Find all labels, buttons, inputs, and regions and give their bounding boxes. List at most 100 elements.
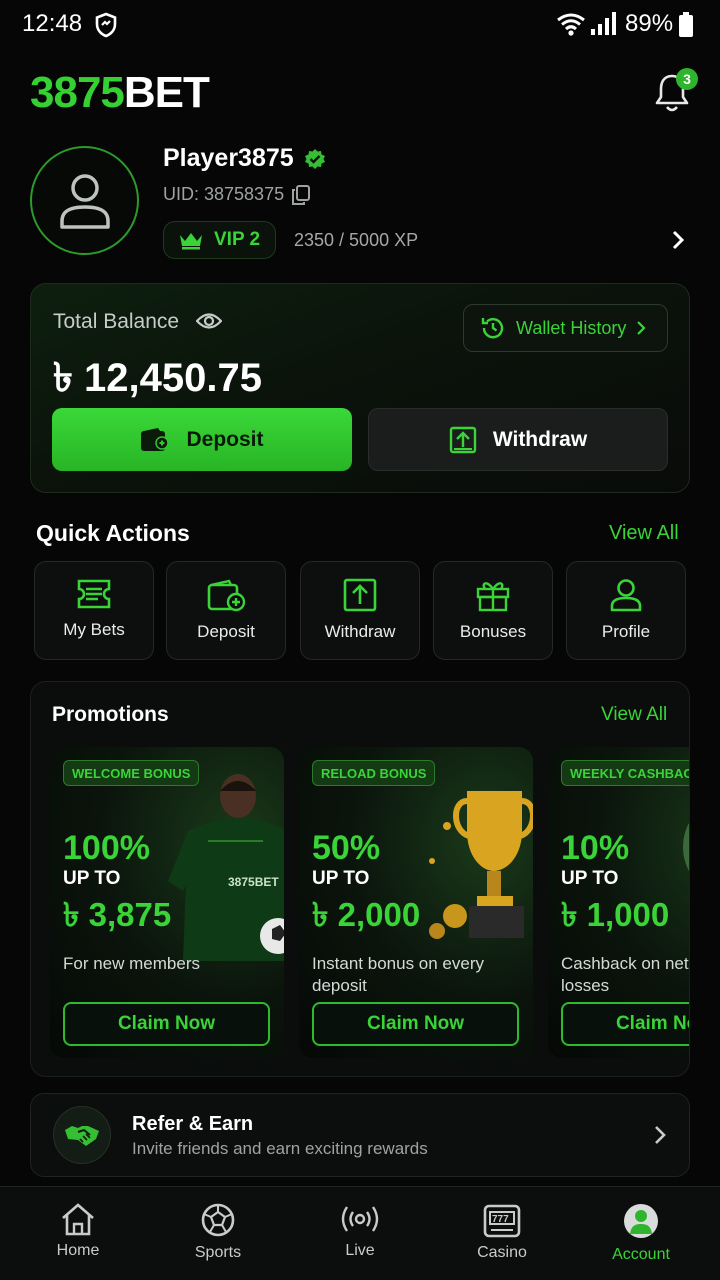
claim-now-button[interactable]: Claim Now: [63, 1002, 270, 1046]
wallet-history-label: Wallet History: [516, 317, 627, 338]
promo-amount: ৳ 3,875: [63, 896, 172, 933]
svg-text:777: 777: [492, 1214, 509, 1225]
eye-icon[interactable]: [196, 311, 222, 331]
quick-action-withdraw[interactable]: Withdraw: [300, 561, 420, 660]
promo-percent: 50%: [312, 829, 381, 867]
soccer-ball-icon: [200, 1202, 236, 1238]
quick-actions-title: Quick Actions: [36, 520, 190, 546]
logo-word: BET: [123, 68, 210, 117]
promo-description: For new members: [63, 954, 200, 973]
svg-text:3875BET: 3875BET: [228, 875, 279, 889]
user-icon: [609, 578, 643, 612]
balance-label: Total Balance: [53, 310, 180, 333]
promo-percent: 100%: [63, 829, 150, 867]
cash-stack-illustration: [678, 797, 689, 917]
quick-action-label: Deposit: [197, 622, 255, 641]
battery-icon: [678, 12, 694, 38]
promo-badge: RELOAD BONUS: [312, 760, 436, 786]
clock: 12:48: [22, 10, 83, 37]
withdraw-label: Withdraw: [492, 427, 588, 451]
claim-now-button[interactable]: Claim Now: [561, 1002, 689, 1046]
ticket-icon: [76, 578, 112, 610]
shield-icon: [94, 12, 118, 38]
app-logo: 3875BET: [30, 68, 210, 118]
verified-badge-icon: [304, 148, 326, 170]
vip-badge[interactable]: VIP 2: [163, 221, 276, 259]
claim-now-button[interactable]: Claim Now: [312, 1002, 519, 1046]
nav-item-live[interactable]: Live: [288, 1187, 432, 1280]
home-icon: [59, 1202, 97, 1236]
promotions-title: Promotions: [52, 703, 169, 726]
withdraw-button[interactable]: Withdraw: [368, 408, 668, 471]
promotions-section: Promotions View All 3875BET WELCOME BONU…: [30, 681, 690, 1077]
notification-badge: 3: [676, 68, 698, 90]
nav-label: Sports: [194, 1244, 242, 1261]
promo-badge: WEEKLY CASHBACK: [561, 760, 689, 786]
promo-card-welcome[interactable]: 3875BET WELCOME BONUS 100% UP TO ৳ 3,875…: [50, 747, 284, 1058]
football-player-illustration: 3875BET: [168, 771, 284, 961]
crown-icon: [178, 230, 204, 250]
status-bar: 12:48 89%: [0, 0, 720, 50]
promotions-view-all-link[interactable]: View All: [601, 704, 667, 726]
quick-action-profile[interactable]: Profile: [566, 561, 686, 660]
promo-description: Cashback on net losses: [561, 954, 689, 995]
nav-item-casino[interactable]: 777 Casino: [430, 1187, 574, 1280]
promo-card-cashback[interactable]: WEEKLY CASHBACK 10% UP TO ৳ 1,000 Cashba…: [548, 747, 689, 1058]
wallet-plus-icon: [207, 578, 245, 612]
vip-level: VIP 2: [214, 229, 261, 250]
avatar[interactable]: [30, 146, 139, 255]
gift-icon: [475, 578, 511, 612]
quick-action-my-bets[interactable]: My Bets: [34, 561, 154, 660]
deposit-button[interactable]: Deposit: [52, 408, 352, 471]
balance-amount: ৳ 12,450.75: [53, 356, 262, 400]
refer-and-earn-card[interactable]: Refer & Earn Invite friends and earn exc…: [30, 1093, 690, 1177]
nav-label: Home: [56, 1242, 100, 1259]
player-name: Player3875: [163, 144, 294, 172]
nav-item-sports[interactable]: Sports: [146, 1187, 290, 1280]
refer-subtitle: Invite friends and earn exciting rewards: [132, 1139, 428, 1158]
wallet-history-button[interactable]: Wallet History: [463, 304, 668, 352]
quick-action-label: My Bets: [63, 620, 125, 639]
user-id: UID: 38758375: [163, 184, 285, 204]
promo-card-reload[interactable]: RELOAD BONUS 50% UP TO ৳ 2,000 Instant b…: [299, 747, 533, 1058]
quick-action-label: Withdraw: [324, 622, 396, 641]
xp-progress-text: 2350 / 5000 XP: [294, 230, 419, 250]
copy-icon[interactable]: [292, 185, 310, 205]
withdraw-icon: [343, 578, 377, 612]
chevron-right-icon: [636, 320, 646, 336]
chevron-right-icon: [653, 1124, 667, 1146]
bottom-navigation: Home Sports Live 777 Casino Account: [0, 1186, 720, 1280]
quick-actions-view-all-link[interactable]: View All: [609, 522, 679, 545]
promo-amount: ৳ 1,000: [561, 896, 670, 933]
history-icon: [480, 315, 506, 341]
withdraw-icon: [449, 426, 477, 454]
deposit-label: Deposit: [186, 427, 264, 451]
battery-percent: 89%: [625, 10, 674, 37]
handshake-icon: [53, 1106, 111, 1164]
logo-number: 3875: [30, 68, 125, 117]
promo-up-to: UP TO: [63, 868, 121, 889]
promo-up-to: UP TO: [561, 868, 619, 889]
nav-label: Account: [612, 1246, 670, 1263]
promo-description: Instant bonus on every deposit: [312, 954, 485, 995]
promo-up-to: UP TO: [312, 868, 370, 889]
broadcast-icon: [340, 1202, 380, 1236]
promo-badge: WELCOME BONUS: [63, 760, 200, 786]
nav-item-home[interactable]: Home: [6, 1187, 150, 1280]
nav-item-account[interactable]: Account: [569, 1187, 713, 1280]
trophy-illustration: [427, 771, 533, 946]
promo-amount: ৳ 2,000: [312, 896, 421, 933]
quick-action-deposit[interactable]: Deposit: [166, 561, 286, 660]
quick-action-label: Profile: [601, 622, 651, 641]
nav-label: Live: [345, 1242, 375, 1259]
quick-action-bonuses[interactable]: Bonuses: [433, 561, 553, 660]
wifi-icon: [556, 12, 586, 36]
chevron-right-icon[interactable]: [670, 229, 686, 251]
account-icon: [622, 1202, 660, 1240]
quick-action-label: Bonuses: [459, 622, 527, 641]
slot-machine-icon: 777: [483, 1202, 521, 1238]
refer-title: Refer & Earn: [132, 1113, 254, 1135]
wallet-icon: [140, 427, 170, 453]
signal-icon: [590, 12, 616, 36]
promo-percent: 10%: [561, 829, 630, 867]
